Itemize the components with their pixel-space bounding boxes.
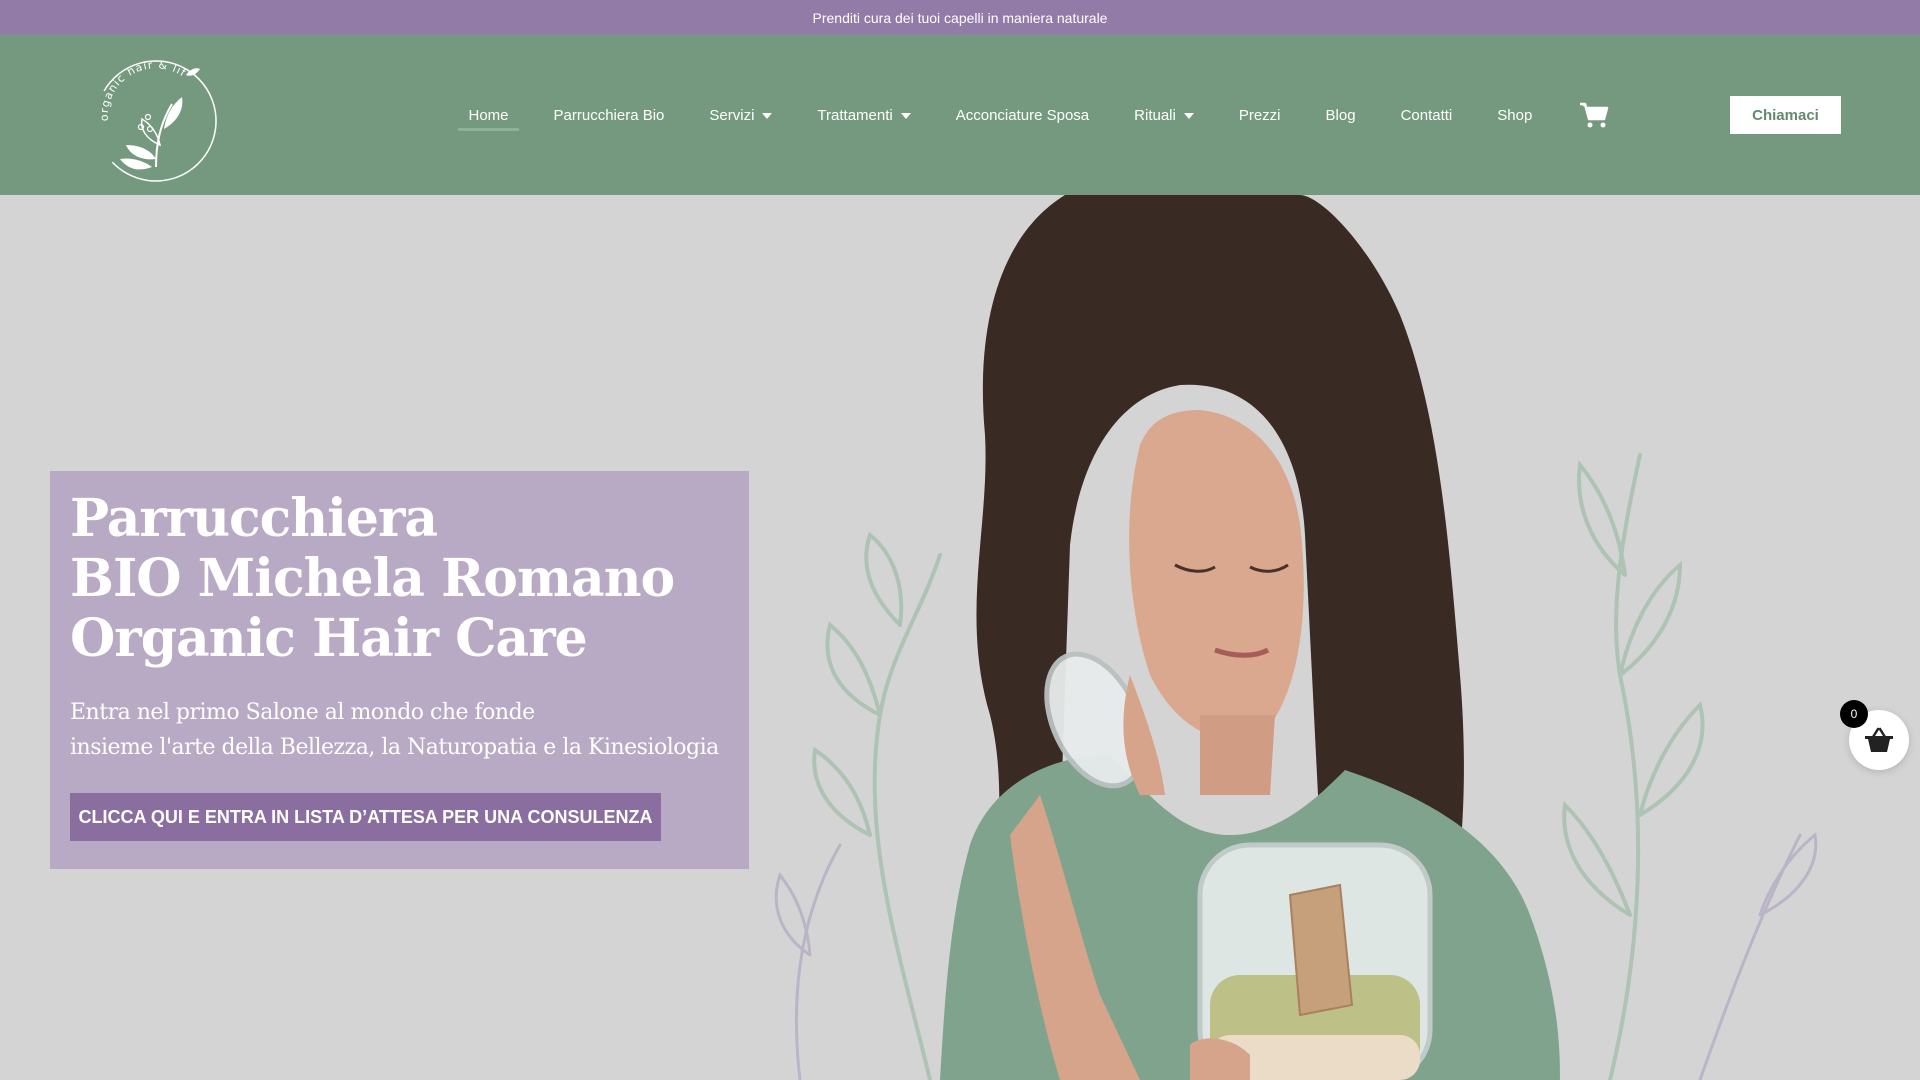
hero-subtitle-line-1: Entra nel primo Salone al mondo che fond… xyxy=(70,700,535,725)
hero-title: Parrucchiera BIO Michela Romano Organic … xyxy=(70,489,729,669)
nav-item-label: Rituali xyxy=(1134,106,1176,124)
call-button[interactable]: Chiamaci xyxy=(1730,96,1841,134)
nav-item-servizi[interactable]: Servizi xyxy=(687,95,795,135)
hero-title-line-1: Parrucchiera xyxy=(70,488,438,549)
top-announcement-bar: Prenditi cura dei tuoi capelli in manier… xyxy=(0,0,1920,35)
hero-card: Parrucchiera BIO Michela Romano Organic … xyxy=(50,471,749,869)
nav-item-blog[interactable]: Blog xyxy=(1303,95,1378,135)
caret-down-icon xyxy=(762,113,773,119)
nav-item-contatti[interactable]: Contatti xyxy=(1378,95,1475,135)
hero-subtitle: Entra nel primo Salone al mondo che fond… xyxy=(70,695,729,765)
nav-item-acconciature-sposa[interactable]: Acconciature Sposa xyxy=(933,95,1111,135)
basket-icon xyxy=(1865,727,1893,752)
nav-item-label: Home xyxy=(468,106,509,124)
waitlist-cta-button[interactable]: CLICCA QUI E ENTRA IN LISTA D’ATTESA PER… xyxy=(70,793,661,841)
nav-item-home[interactable]: Home xyxy=(446,95,531,135)
hero-title-line-3: Organic Hair Care xyxy=(70,608,588,669)
nav-item-label: Prezzi xyxy=(1238,106,1281,124)
nav-item-label: Trattamenti xyxy=(817,106,893,124)
caret-down-icon xyxy=(900,113,911,119)
hero-title-line-2: BIO Michela Romano xyxy=(70,548,675,609)
caret-down-icon xyxy=(1183,113,1194,119)
main-navigation: Home Parrucchiera Bio Servizi Trattamenti Ac… xyxy=(446,35,1609,195)
nav-item-label: Shop xyxy=(1497,106,1533,124)
nav-item-label: Acconciature Sposa xyxy=(955,106,1090,124)
nav-item-label: Contatti xyxy=(1400,106,1453,124)
nav-item-shop[interactable]: Shop xyxy=(1475,95,1555,135)
announcement-text: Prenditi cura dei tuoi capelli in manier… xyxy=(812,9,1108,26)
nav-item-rituali[interactable]: Rituali xyxy=(1112,95,1217,135)
nav-item-trattamenti[interactable]: Trattamenti xyxy=(795,95,933,135)
cart-count-badge: 0 xyxy=(1840,700,1868,728)
hero-section: Parrucchiera BIO Michela Romano Organic … xyxy=(0,195,1920,1080)
nav-item-label: Parrucchiera Bio xyxy=(553,106,665,124)
nav-item-label: Blog xyxy=(1325,106,1356,124)
shopping-cart-icon[interactable] xyxy=(1579,101,1609,129)
hero-subtitle-line-2: insieme l'arte della Bellezza, la Naturo… xyxy=(70,735,719,760)
nav-item-label: Servizi xyxy=(709,106,755,124)
nav-item-prezzi[interactable]: Prezzi xyxy=(1216,95,1303,135)
nav-item-parrucchiera-bio[interactable]: Parrucchiera Bio xyxy=(531,95,687,135)
brand-logo[interactable]: organic hair & life xyxy=(86,49,222,185)
site-header: organic hair & life Home Parrucchiera Bio… xyxy=(0,35,1920,195)
